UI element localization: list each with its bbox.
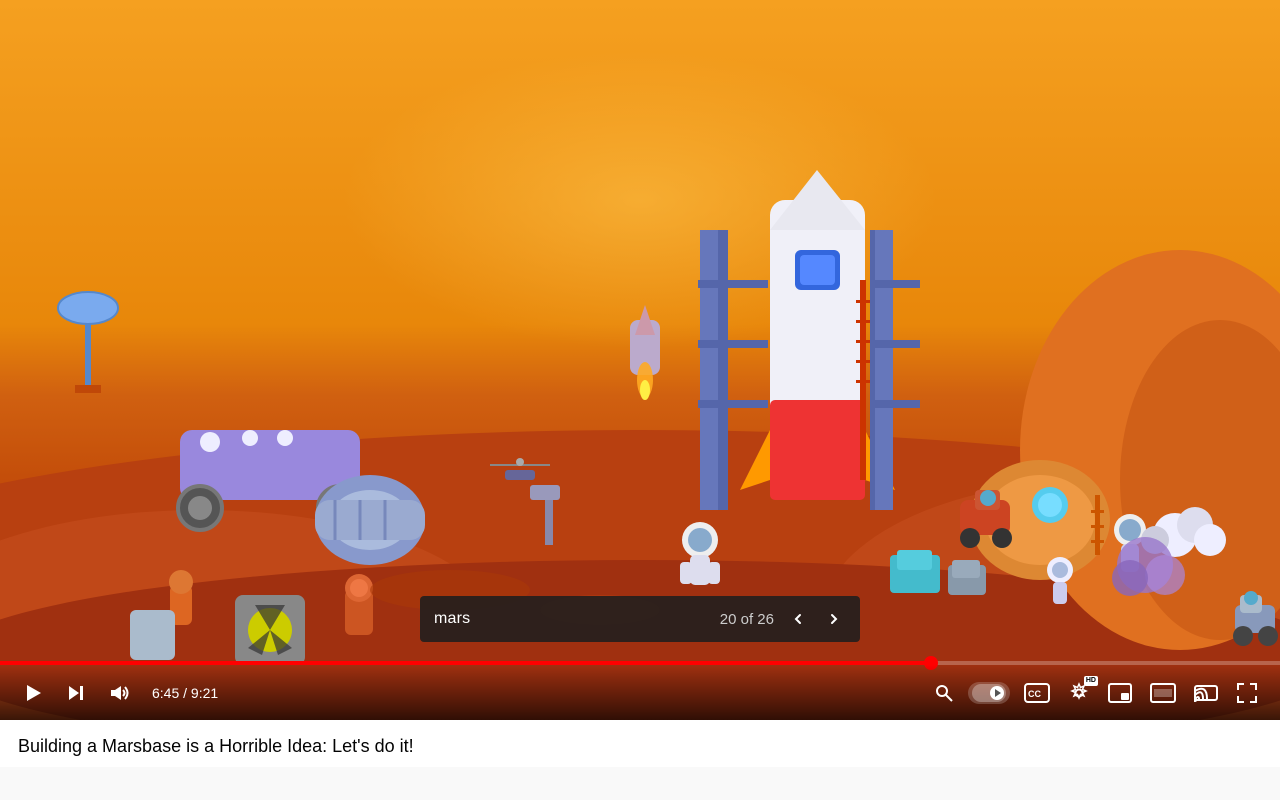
cast-icon (1194, 683, 1218, 703)
video-player: mars 20 of 26 (0, 0, 1280, 720)
next-icon (66, 683, 86, 703)
theater-icon (1150, 683, 1176, 703)
search-next-button[interactable] (822, 609, 846, 629)
settings-wrapper: HD (1064, 678, 1094, 708)
cast-button[interactable] (1190, 679, 1222, 707)
miniplayer-button[interactable] (1104, 679, 1136, 707)
page-wrapper: mars 20 of 26 (0, 0, 1280, 767)
search-prev-button[interactable] (786, 609, 810, 629)
next-button[interactable] (62, 679, 90, 707)
miniplayer-icon (1108, 683, 1132, 703)
svg-text:CC: CC (1028, 689, 1041, 699)
controls-bar: 6:45 / 9:21 (0, 665, 1280, 720)
time-display: 6:45 / 9:21 (152, 685, 218, 701)
hd-badge: HD (1084, 676, 1098, 686)
search-count: 20 of 26 (720, 611, 774, 628)
play-button[interactable] (18, 678, 48, 708)
cc-icon: CC (1024, 683, 1050, 703)
cc-button[interactable]: CC (1020, 679, 1054, 707)
volume-icon (108, 682, 130, 704)
fullscreen-button[interactable] (1232, 678, 1262, 708)
chevron-left-icon (790, 611, 806, 627)
time-separator: / (183, 685, 191, 701)
volume-button[interactable] (104, 678, 134, 708)
fullscreen-icon (1236, 682, 1258, 704)
autoplay-toggle[interactable] (968, 682, 1010, 704)
autoplay-play-icon (995, 689, 1001, 697)
theater-button[interactable] (1146, 679, 1180, 707)
video-title-area: Building a Marsbase is a Horrible Idea: … (0, 720, 1280, 767)
search-bar: mars 20 of 26 (420, 596, 860, 642)
toggle-track (972, 684, 1006, 702)
toggle-knob (990, 686, 1004, 700)
play-icon (22, 682, 44, 704)
right-controls: CC HD (930, 678, 1262, 708)
video-title: Building a Marsbase is a Horrible Idea: … (18, 734, 1262, 759)
search-icon (934, 683, 954, 703)
search-query-text: mars (434, 610, 708, 628)
current-time: 6:45 (152, 685, 179, 701)
chevron-right-icon (826, 611, 842, 627)
search-button[interactable] (930, 679, 958, 707)
total-time: 9:21 (191, 685, 218, 701)
